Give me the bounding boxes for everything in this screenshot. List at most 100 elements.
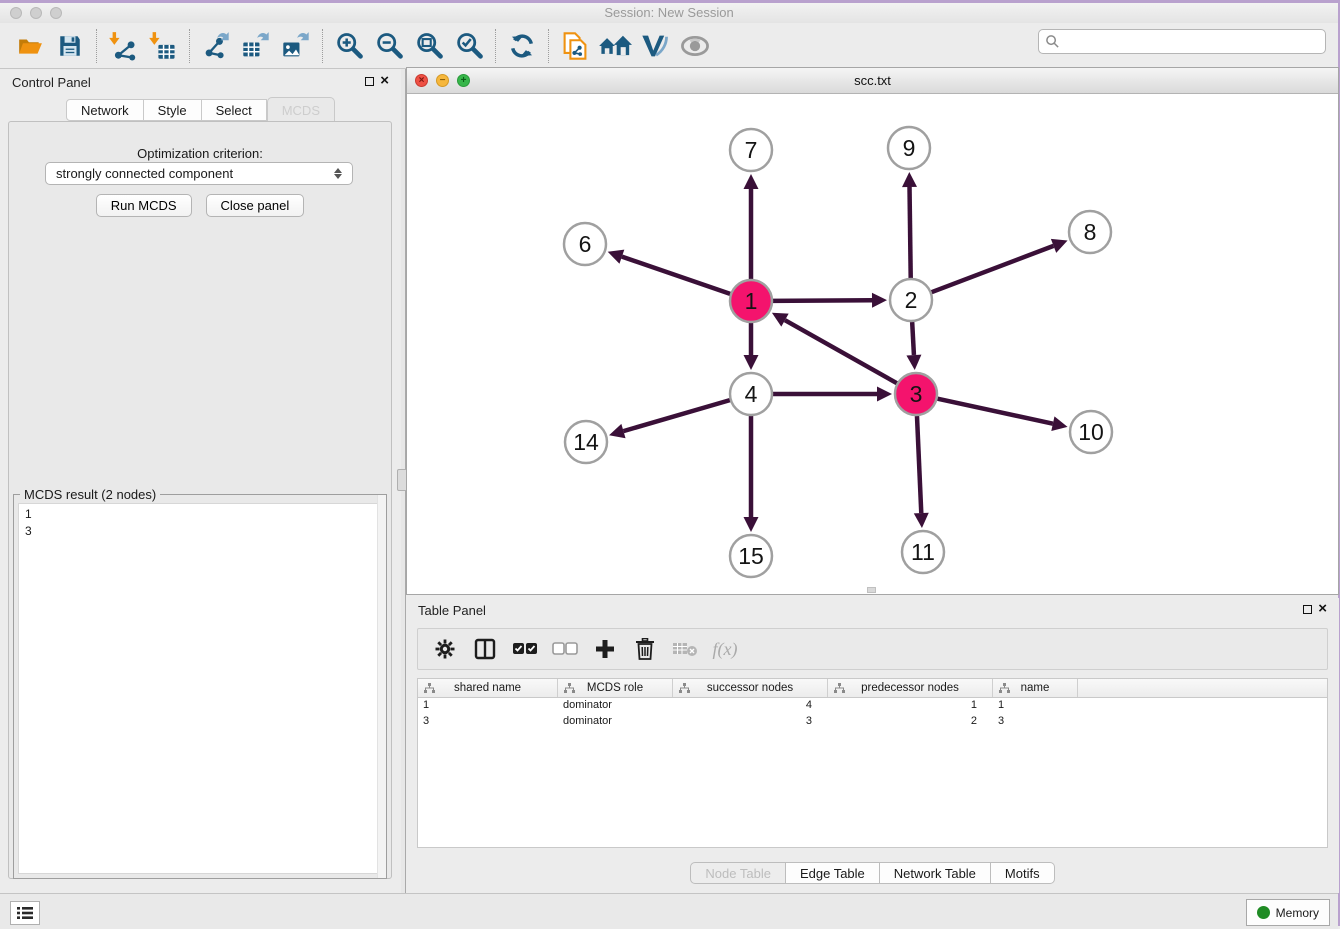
edge-arrowhead [906,355,921,370]
table-row[interactable]: 3dominator323 [418,714,1327,730]
edge-2-8[interactable] [932,246,1054,292]
show-hide-icon[interactable] [675,27,715,65]
memory-button[interactable]: Memory [1246,899,1330,926]
zoom-in-icon[interactable] [329,27,369,65]
tab-network-table[interactable]: Network Table [880,862,991,884]
control-panel-close-button[interactable]: × [380,75,389,87]
edge-3-10[interactable] [937,399,1052,424]
tab-motifs[interactable]: Motifs [991,862,1055,884]
optimization-criterion-dropdown[interactable]: strongly connected component [45,162,353,185]
table-toolbar: f(x) [417,628,1328,670]
save-session-icon[interactable] [50,27,90,65]
run-mcds-button[interactable]: Run MCDS [96,194,192,217]
zoom-selected-icon[interactable] [449,27,489,65]
cell-shared-name[interactable]: 3 [418,714,558,730]
control-panel-tabs: NetworkStyleSelectMCDS [0,99,401,123]
network-window-titlebar[interactable]: × − + scc.txt [407,68,1338,94]
table-panel-float-button[interactable] [1303,605,1312,614]
status-bar: Memory [0,893,1338,929]
toolbar-separator [495,29,496,63]
search-input[interactable] [1060,35,1319,49]
cell-name[interactable]: 1 [993,698,1078,714]
add-column-icon[interactable] [592,636,618,662]
edge-arrowhead [1051,416,1067,431]
toolbar-search[interactable] [1038,29,1326,54]
tab-edge-table[interactable]: Edge Table [786,862,880,884]
table-panel-title: Table Panel [418,603,486,618]
edge-1-2[interactable] [773,300,872,301]
edge-3-11[interactable] [917,416,921,513]
refresh-layout-icon[interactable] [502,27,542,65]
cell-shared-name[interactable]: 1 [418,698,558,714]
deselect-all-icon[interactable] [552,636,578,662]
network-canvas[interactable]: 1234678910111415 [407,94,1338,594]
open-file-icon[interactable] [10,27,50,65]
mcds-result-list[interactable]: 1 3 [18,503,382,874]
graph-node-label-9: 9 [903,135,916,161]
split-columns-icon[interactable] [472,636,498,662]
export-table-icon[interactable] [236,27,276,65]
edge-2-3[interactable] [912,322,914,355]
delete-icon[interactable] [632,636,658,662]
table-row[interactable]: 1dominator411 [418,698,1327,714]
graph-node-label-14: 14 [573,429,599,455]
task-history-button[interactable] [10,901,40,925]
edge-3-1[interactable] [785,320,897,383]
column-header-shared-name[interactable]: shared name [418,679,558,697]
column-header-successor-nodes[interactable]: successor nodes [673,679,828,697]
edge-arrowhead [877,387,892,402]
graph-node-label-3: 3 [910,381,923,407]
graph-node-label-8: 8 [1084,219,1097,245]
edge-arrowhead [914,513,929,528]
column-header-name[interactable]: name [993,679,1078,697]
search-icon [1045,34,1060,49]
edge-2-9[interactable] [910,187,911,278]
cell-predecessor-nodes[interactable]: 2 [828,714,993,730]
zoom-fit-icon[interactable] [409,27,449,65]
cell-name[interactable]: 3 [993,714,1078,730]
toolbar-separator [322,29,323,63]
home-networks-icon[interactable] [595,27,635,65]
cell-predecessor-nodes[interactable]: 1 [828,698,993,714]
edge-4-14[interactable] [623,400,729,431]
tab-mcds[interactable]: MCDS [267,97,335,123]
cell-MCDS-role[interactable]: dominator [558,714,673,730]
graph-node-label-11: 11 [911,539,935,565]
export-network-icon[interactable] [196,27,236,65]
mcds-panel: Optimization criterion: strongly connect… [8,121,392,879]
control-panel-float-button[interactable] [365,77,374,86]
control-panel-title: Control Panel [12,75,91,90]
table-body: 1dominator4113dominator323 [418,698,1327,730]
tab-select[interactable]: Select [202,99,267,121]
select-all-icon[interactable] [512,636,538,662]
result-scrollbar[interactable] [377,495,386,878]
column-header-predecessor-nodes[interactable]: predecessor nodes [828,679,993,697]
tab-style[interactable]: Style [144,99,202,121]
import-table-icon[interactable] [143,27,183,65]
edge-arrowhead [609,424,625,438]
zoom-out-icon[interactable] [369,27,409,65]
edge-1-6[interactable] [622,257,730,294]
close-panel-button[interactable]: Close panel [206,194,305,217]
tab-node-table[interactable]: Node Table [690,862,786,884]
gear-icon[interactable] [432,636,458,662]
import-network-icon[interactable] [103,27,143,65]
canvas-resize-handle[interactable] [867,587,876,593]
copy-network-icon[interactable] [555,27,595,65]
graph-node-label-15: 15 [738,543,764,569]
graph-node-label-4: 4 [745,381,758,407]
cell-MCDS-role[interactable]: dominator [558,698,673,714]
export-image-icon[interactable] [276,27,316,65]
cell-successor-nodes[interactable]: 3 [673,714,828,730]
mcds-result-legend: MCDS result (2 nodes) [20,487,160,502]
list-icon [16,906,34,920]
table-panel-close-button[interactable]: × [1318,603,1327,615]
cell-successor-nodes[interactable]: 4 [673,698,828,714]
edge-arrowhead [902,172,917,187]
toolbar-separator [189,29,190,63]
dropdown-stepper-icon [334,168,342,179]
vizmapper-icon[interactable] [635,27,675,65]
tab-network[interactable]: Network [66,99,144,121]
network-graph[interactable]: 1234678910111415 [407,94,1338,594]
column-header-MCDS-role[interactable]: MCDS role [558,679,673,697]
